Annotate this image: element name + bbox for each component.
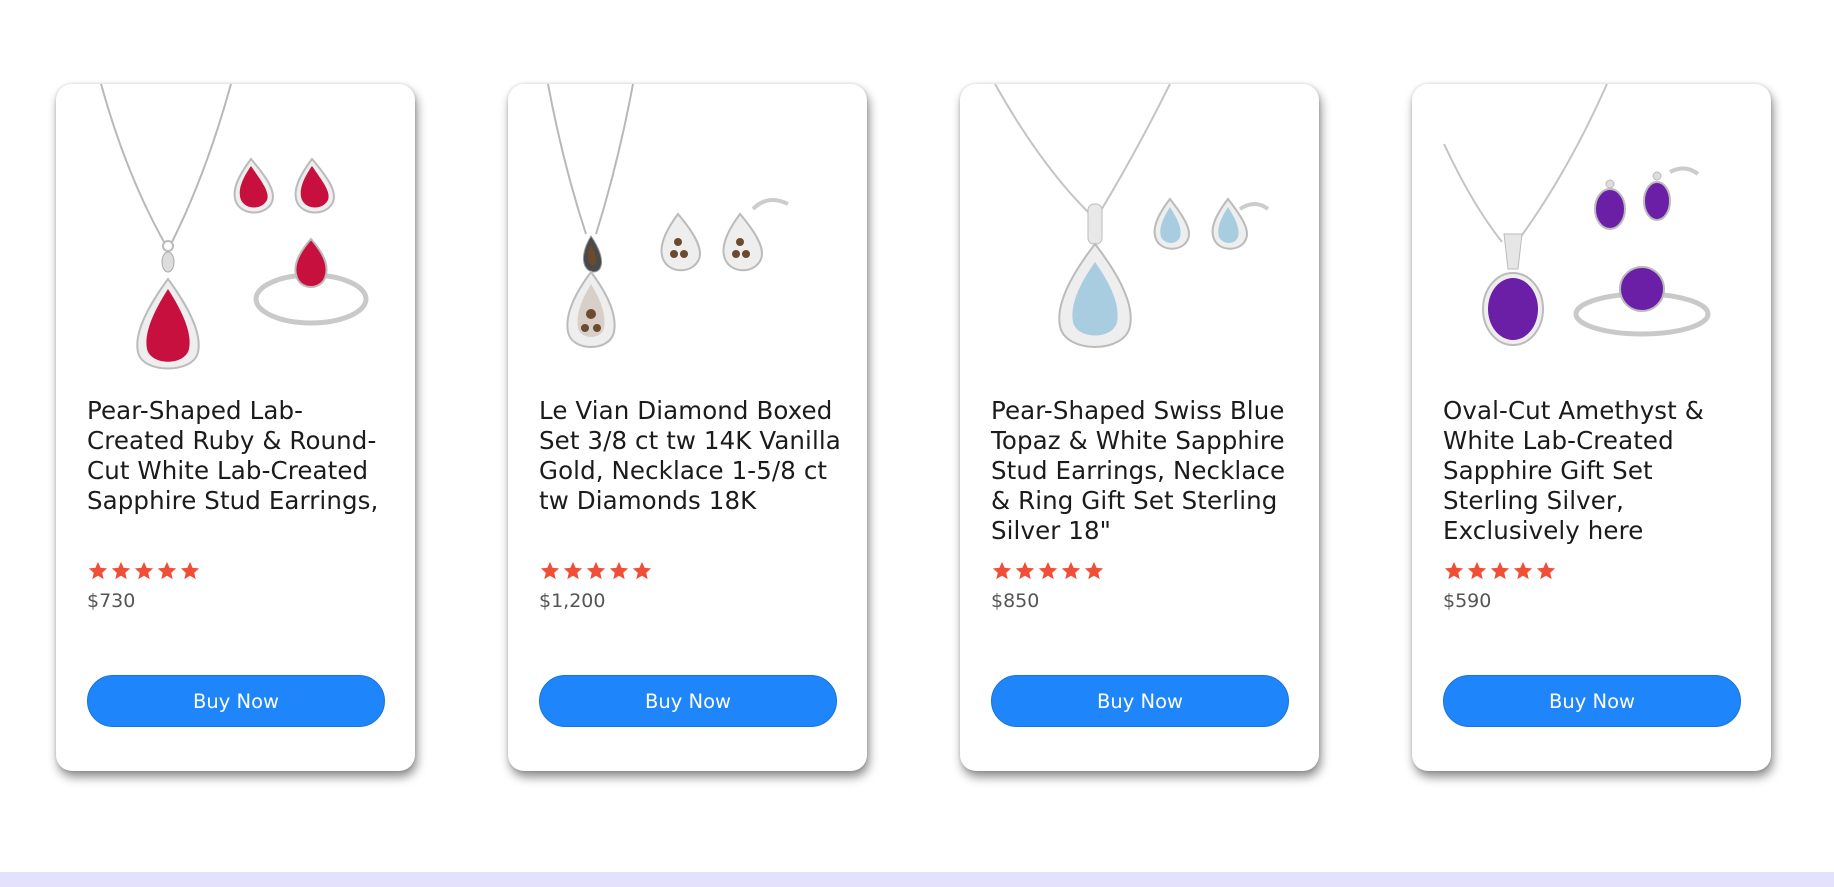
star-icon [1061, 561, 1081, 580]
product-title[interactable]: Le Vian Diamond Boxed Set 3/8 ct tw 14K … [539, 396, 844, 516]
star-icon [586, 561, 606, 580]
star-rating [539, 560, 653, 582]
star-rating [1443, 560, 1557, 582]
footer-band [0, 872, 1834, 887]
product-card: Pear-Shaped Swiss Blue Topaz & White Sap… [960, 84, 1319, 771]
star-icon [540, 561, 560, 580]
buy-now-button[interactable]: Buy Now [539, 675, 837, 727]
chocolate-diamond-set-icon[interactable] [538, 84, 838, 384]
product-price: $730 [87, 590, 136, 612]
star-icon [563, 561, 583, 580]
page: Pear-Shaped Lab-Created Ruby & Round-Cut… [0, 0, 1834, 887]
product-card: Pear-Shaped Lab-Created Ruby & Round-Cut… [56, 84, 415, 771]
product-card: Le Vian Diamond Boxed Set 3/8 ct tw 14K … [508, 84, 867, 771]
product-title[interactable]: Pear-Shaped Lab-Created Ruby & Round-Cut… [87, 396, 392, 516]
star-icon [1536, 561, 1556, 580]
star-icon [180, 561, 200, 580]
product-price: $1,200 [539, 590, 606, 612]
star-icon [134, 561, 154, 580]
star-icon [992, 561, 1012, 580]
star-icon [1444, 561, 1464, 580]
star-icon [88, 561, 108, 580]
product-title[interactable]: Oval-Cut Amethyst & White Lab-Created Sa… [1443, 396, 1748, 546]
star-icon [632, 561, 652, 580]
star-icon [1084, 561, 1104, 580]
product-title[interactable]: Pear-Shaped Swiss Blue Topaz & White Sap… [991, 396, 1296, 546]
star-rating [87, 560, 201, 582]
star-icon [1490, 561, 1510, 580]
blue-topaz-set-icon[interactable] [990, 84, 1290, 384]
product-price: $590 [1443, 590, 1492, 612]
star-icon [157, 561, 177, 580]
ruby-jewelry-set-icon[interactable] [86, 84, 386, 384]
star-icon [1038, 561, 1058, 580]
product-price: $850 [991, 590, 1040, 612]
star-icon [1467, 561, 1487, 580]
buy-now-button[interactable]: Buy Now [87, 675, 385, 727]
star-rating [991, 560, 1105, 582]
buy-now-button[interactable]: Buy Now [1443, 675, 1741, 727]
buy-now-button[interactable]: Buy Now [991, 675, 1289, 727]
star-icon [609, 561, 629, 580]
star-icon [1015, 561, 1035, 580]
star-icon [111, 561, 131, 580]
star-icon [1513, 561, 1533, 580]
product-card: Oval-Cut Amethyst & White Lab-Created Sa… [1412, 84, 1771, 771]
product-grid: Pear-Shaped Lab-Created Ruby & Round-Cut… [56, 84, 1771, 771]
amethyst-jewelry-set-icon[interactable] [1442, 84, 1742, 384]
